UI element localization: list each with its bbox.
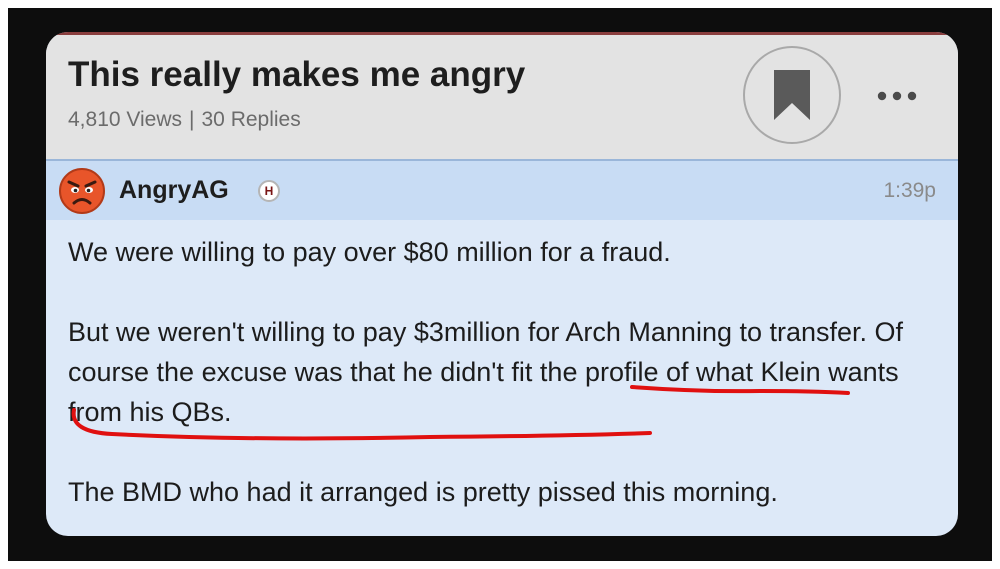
stats-separator: | [189, 108, 195, 131]
post-paragraph: The BMD who had it arranged is pretty pi… [68, 477, 778, 507]
thread-card: This really makes me angry 4,810 Views | 3… [46, 32, 958, 536]
post-author-name[interactable]: AngryAG [119, 176, 229, 205]
thread-stats: 4,810 Views | 30 Replies [68, 108, 301, 132]
post-body: We were willing to pay over $80 million … [68, 232, 938, 512]
more-options-icon [877, 91, 917, 101]
replies-count: 30 Replies [201, 108, 301, 131]
user-badge: H [258, 180, 280, 202]
thread-title: This really makes me angry [68, 55, 526, 94]
post-author-bar: AngryAG H 1:39p [46, 161, 958, 220]
more-options-button[interactable] [874, 81, 920, 111]
thread-header: This really makes me angry 4,810 Views | 3… [46, 35, 958, 159]
post-timestamp: 1:39p [883, 179, 936, 202]
bookmark-icon [774, 70, 810, 120]
post-paragraph: But we weren't willing to pay $3million … [68, 317, 904, 427]
views-count: 4,810 Views [68, 108, 183, 131]
post-paragraph: We were willing to pay over $80 million … [68, 237, 671, 267]
angry-face-avatar-icon[interactable] [58, 167, 106, 215]
bookmark-button[interactable] [743, 46, 841, 144]
